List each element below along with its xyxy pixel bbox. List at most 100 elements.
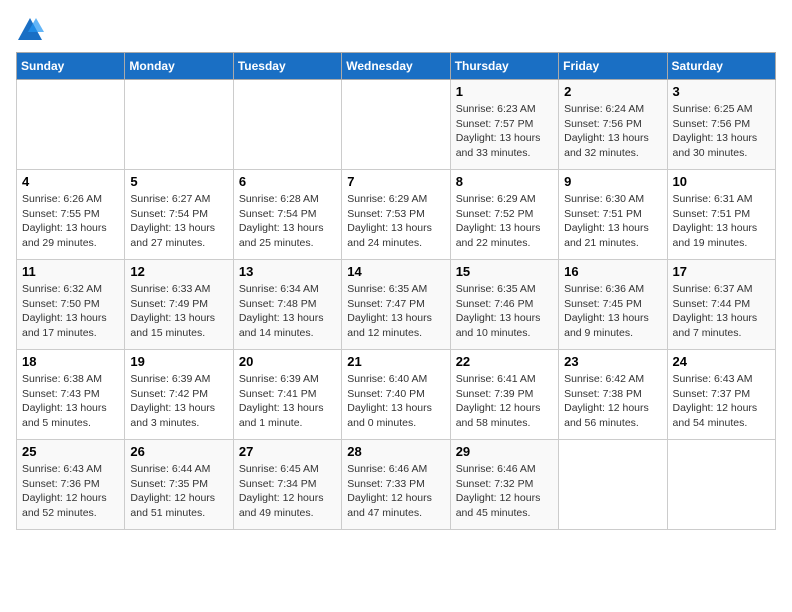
weekday-header-monday: Monday — [125, 53, 233, 80]
day-info: Sunrise: 6:41 AM Sunset: 7:39 PM Dayligh… — [456, 372, 553, 431]
day-info: Sunrise: 6:32 AM Sunset: 7:50 PM Dayligh… — [22, 282, 119, 341]
day-number: 8 — [456, 174, 553, 189]
calendar-week-3: 11 Sunrise: 6:32 AM Sunset: 7:50 PM Dayli… — [17, 260, 776, 350]
calendar-cell: 20Sunrise: 6:39 AM Sunset: 7:41 PM Dayli… — [233, 350, 341, 440]
day-number: 16 — [564, 264, 661, 279]
day-number: 25 — [22, 444, 119, 459]
calendar-cell: 16 Sunrise: 6:36 AM Sunset: 7:45 PM Dayli… — [559, 260, 667, 350]
calendar-week-4: 18 Sunrise: 6:38 AM Sunset: 7:43 PM Dayli… — [17, 350, 776, 440]
calendar-table: SundayMondayTuesdayWednesdayThursdayFrid… — [16, 52, 776, 530]
day-info: Sunrise: 6:45 AM Sunset: 7:34 PM Dayligh… — [239, 462, 336, 521]
day-info: Sunrise: 6:43 AM Sunset: 7:36 PM Dayligh… — [22, 462, 119, 521]
day-info: Sunrise: 6:35 AM Sunset: 7:47 PM Dayligh… — [347, 282, 444, 341]
calendar-week-2: 4 Sunrise: 6:26 AM Sunset: 7:55 PM Daylig… — [17, 170, 776, 260]
day-number: 9 — [564, 174, 661, 189]
calendar-cell: 7 Sunrise: 6:29 AM Sunset: 7:53 PM Daylig… — [342, 170, 450, 260]
calendar-cell: 4 Sunrise: 6:26 AM Sunset: 7:55 PM Daylig… — [17, 170, 125, 260]
day-number: 13 — [239, 264, 336, 279]
day-info: Sunrise: 6:27 AM Sunset: 7:54 PM Dayligh… — [130, 192, 227, 251]
day-number: 18 — [22, 354, 119, 369]
day-number: 20 — [239, 354, 336, 369]
day-number: 6 — [239, 174, 336, 189]
day-info: Sunrise: 6:44 AM Sunset: 7:35 PM Dayligh… — [130, 462, 227, 521]
day-info: Sunrise: 6:34 AM Sunset: 7:48 PM Dayligh… — [239, 282, 336, 341]
calendar-cell: 19 Sunrise: 6:39 AM Sunset: 7:42 PM Dayli… — [125, 350, 233, 440]
day-info: Sunrise: 6:28 AM Sunset: 7:54 PM Dayligh… — [239, 192, 336, 251]
day-number: 29 — [456, 444, 553, 459]
day-info: Sunrise: 6:24 AM Sunset: 7:56 PM Dayligh… — [564, 102, 661, 161]
calendar-cell — [559, 440, 667, 530]
day-info: Sunrise: 6:26 AM Sunset: 7:55 PM Dayligh… — [22, 192, 119, 251]
weekday-header-thursday: Thursday — [450, 53, 558, 80]
day-number: 21 — [347, 354, 444, 369]
calendar-cell: 26 Sunrise: 6:44 AM Sunset: 7:35 PM Dayli… — [125, 440, 233, 530]
day-info: Sunrise: 6:29 AM Sunset: 7:53 PM Dayligh… — [347, 192, 444, 251]
calendar-cell: 6 Sunrise: 6:28 AM Sunset: 7:54 PM Daylig… — [233, 170, 341, 260]
calendar-cell — [233, 80, 341, 170]
day-number: 23 — [564, 354, 661, 369]
day-info: Sunrise: 6:38 AM Sunset: 7:43 PM Dayligh… — [22, 372, 119, 431]
day-number: 7 — [347, 174, 444, 189]
calendar-cell: 1 Sunrise: 6:23 AM Sunset: 7:57 PM Daylig… — [450, 80, 558, 170]
day-info: Sunrise: 6:36 AM Sunset: 7:45 PM Dayligh… — [564, 282, 661, 341]
calendar-cell: 3 Sunrise: 6:25 AM Sunset: 7:56 PM Daylig… — [667, 80, 775, 170]
day-number: 14 — [347, 264, 444, 279]
weekday-header-saturday: Saturday — [667, 53, 775, 80]
calendar-cell: 18 Sunrise: 6:38 AM Sunset: 7:43 PM Dayli… — [17, 350, 125, 440]
calendar-cell: 2 Sunrise: 6:24 AM Sunset: 7:56 PM Daylig… — [559, 80, 667, 170]
calendar-week-1: 1 Sunrise: 6:23 AM Sunset: 7:57 PM Daylig… — [17, 80, 776, 170]
day-number: 19 — [130, 354, 227, 369]
calendar-cell: 9 Sunrise: 6:30 AM Sunset: 7:51 PM Daylig… — [559, 170, 667, 260]
day-info: Sunrise: 6:35 AM Sunset: 7:46 PM Dayligh… — [456, 282, 553, 341]
calendar-cell — [667, 440, 775, 530]
day-number: 10 — [673, 174, 770, 189]
day-number: 17 — [673, 264, 770, 279]
calendar-cell: 12Sunrise: 6:33 AM Sunset: 7:49 PM Dayli… — [125, 260, 233, 350]
calendar-cell: 24 Sunrise: 6:43 AM Sunset: 7:37 PM Dayli… — [667, 350, 775, 440]
day-number: 4 — [22, 174, 119, 189]
day-number: 26 — [130, 444, 227, 459]
calendar-cell: 27Sunrise: 6:45 AM Sunset: 7:34 PM Dayli… — [233, 440, 341, 530]
calendar-cell — [125, 80, 233, 170]
calendar-cell: 28Sunrise: 6:46 AM Sunset: 7:33 PM Dayli… — [342, 440, 450, 530]
calendar-cell: 21 Sunrise: 6:40 AM Sunset: 7:40 PM Dayli… — [342, 350, 450, 440]
day-number: 5 — [130, 174, 227, 189]
day-info: Sunrise: 6:31 AM Sunset: 7:51 PM Dayligh… — [673, 192, 770, 251]
day-number: 24 — [673, 354, 770, 369]
day-info: Sunrise: 6:23 AM Sunset: 7:57 PM Dayligh… — [456, 102, 553, 161]
calendar-cell: 13 Sunrise: 6:34 AM Sunset: 7:48 PM Dayli… — [233, 260, 341, 350]
day-number: 12 — [130, 264, 227, 279]
day-number: 11 — [22, 264, 119, 279]
calendar-cell: 22 Sunrise: 6:41 AM Sunset: 7:39 PM Dayli… — [450, 350, 558, 440]
day-number: 2 — [564, 84, 661, 99]
calendar-cell: 10 Sunrise: 6:31 AM Sunset: 7:51 PM Dayli… — [667, 170, 775, 260]
day-info: Sunrise: 6:39 AM Sunset: 7:42 PM Dayligh… — [130, 372, 227, 431]
weekday-header-wednesday: Wednesday — [342, 53, 450, 80]
day-info: Sunrise: 6:29 AM Sunset: 7:52 PM Dayligh… — [456, 192, 553, 251]
calendar-cell: 14 Sunrise: 6:35 AM Sunset: 7:47 PM Dayli… — [342, 260, 450, 350]
weekday-header-tuesday: Tuesday — [233, 53, 341, 80]
day-info: Sunrise: 6:25 AM Sunset: 7:56 PM Dayligh… — [673, 102, 770, 161]
day-info: Sunrise: 6:37 AM Sunset: 7:44 PM Dayligh… — [673, 282, 770, 341]
calendar-header-row: SundayMondayTuesdayWednesdayThursdayFrid… — [17, 53, 776, 80]
day-number: 15 — [456, 264, 553, 279]
day-info: Sunrise: 6:46 AM Sunset: 7:33 PM Dayligh… — [347, 462, 444, 521]
day-info: Sunrise: 6:40 AM Sunset: 7:40 PM Dayligh… — [347, 372, 444, 431]
calendar-cell: 15 Sunrise: 6:35 AM Sunset: 7:46 PM Dayli… — [450, 260, 558, 350]
calendar-cell: 8 Sunrise: 6:29 AM Sunset: 7:52 PM Daylig… — [450, 170, 558, 260]
day-info: Sunrise: 6:46 AM Sunset: 7:32 PM Dayligh… — [456, 462, 553, 521]
day-info: Sunrise: 6:43 AM Sunset: 7:37 PM Dayligh… — [673, 372, 770, 431]
weekday-header-sunday: Sunday — [17, 53, 125, 80]
day-number: 22 — [456, 354, 553, 369]
day-info: Sunrise: 6:42 AM Sunset: 7:38 PM Dayligh… — [564, 372, 661, 431]
day-number: 3 — [673, 84, 770, 99]
calendar-cell — [17, 80, 125, 170]
calendar-cell: 11 Sunrise: 6:32 AM Sunset: 7:50 PM Dayli… — [17, 260, 125, 350]
calendar-week-5: 25 Sunrise: 6:43 AM Sunset: 7:36 PM Dayli… — [17, 440, 776, 530]
calendar-cell: 25 Sunrise: 6:43 AM Sunset: 7:36 PM Dayli… — [17, 440, 125, 530]
day-info: Sunrise: 6:30 AM Sunset: 7:51 PM Dayligh… — [564, 192, 661, 251]
logo — [16, 16, 48, 44]
day-number: 1 — [456, 84, 553, 99]
calendar-cell — [342, 80, 450, 170]
weekday-header-friday: Friday — [559, 53, 667, 80]
